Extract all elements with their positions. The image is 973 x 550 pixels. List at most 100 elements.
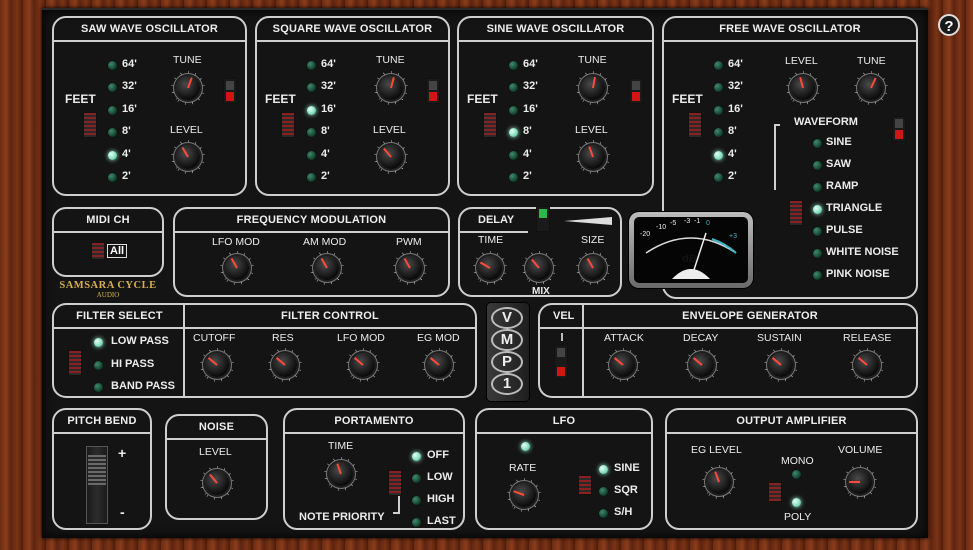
vu-tick-label: +3 <box>729 233 737 240</box>
tune-label: TUNE <box>578 54 607 66</box>
midi-channel-value[interactable]: All <box>107 244 128 258</box>
eg-level-knob[interactable] <box>702 465 736 499</box>
feet-option-led[interactable] <box>307 150 316 160</box>
feet-option-led[interactable] <box>307 61 316 70</box>
delay-size-knob[interactable] <box>576 251 610 285</box>
tune-knob[interactable] <box>374 71 408 105</box>
feet-switch[interactable] <box>483 112 497 138</box>
feet-switch[interactable] <box>688 112 702 138</box>
waveform-option-led[interactable] <box>813 249 822 258</box>
feet-option-led[interactable] <box>307 128 316 138</box>
delay-time-knob[interactable] <box>473 251 507 285</box>
pitch-bend-section: PITCH BEND + - <box>52 408 152 530</box>
lfo-wave-option-led[interactable] <box>599 509 608 518</box>
attack-knob[interactable] <box>606 348 640 382</box>
feet-option-led[interactable] <box>108 61 117 70</box>
delay-size-label: SIZE <box>581 234 605 246</box>
knob-body <box>791 76 815 100</box>
velocity-switch[interactable] <box>554 345 568 379</box>
feet-switch[interactable] <box>281 112 295 138</box>
feet-option-led[interactable] <box>714 61 723 70</box>
level-knob[interactable] <box>576 140 610 174</box>
knob-indicator <box>849 481 860 483</box>
waveform-option-led[interactable] <box>813 139 822 148</box>
mono-led[interactable] <box>792 470 801 479</box>
feet-option-led[interactable] <box>509 61 518 70</box>
cutoff-knob[interactable] <box>200 348 234 382</box>
velocity-section: VEL <box>538 303 582 398</box>
filter-lfo-mod-knob[interactable] <box>346 348 380 382</box>
help-button[interactable]: ? <box>938 14 960 36</box>
waveform-option-led[interactable] <box>813 205 822 214</box>
note-priority-option-led[interactable] <box>412 452 421 461</box>
res-knob[interactable] <box>268 348 302 382</box>
note-priority-option-led[interactable] <box>412 496 421 505</box>
feet-option-led[interactable] <box>108 128 117 138</box>
feet-option-led[interactable] <box>714 83 723 93</box>
feet-option-led[interactable] <box>108 83 117 93</box>
lfo-wave-switch[interactable] <box>578 475 592 495</box>
tune-range-switch[interactable] <box>892 116 906 142</box>
feet-option-led[interactable] <box>509 83 518 93</box>
note-priority-option-led[interactable] <box>412 518 421 527</box>
tune-range-switch[interactable] <box>629 78 643 104</box>
note-priority-switch[interactable] <box>388 470 402 496</box>
portamento-time-knob[interactable] <box>324 457 358 491</box>
noise-level-knob[interactable] <box>200 466 234 500</box>
volume-knob[interactable] <box>843 465 877 499</box>
feet-switch[interactable] <box>83 112 97 138</box>
pitch-bend-wheel[interactable] <box>86 446 108 524</box>
lfo-wave-option-led[interactable] <box>599 465 608 474</box>
feet-option-led[interactable] <box>714 128 723 138</box>
decay-knob[interactable] <box>685 348 719 382</box>
lfo-rate-knob[interactable] <box>507 478 541 512</box>
feet-option-led[interactable] <box>509 173 518 182</box>
level-knob[interactable] <box>171 140 205 174</box>
note-priority-option-led[interactable] <box>412 474 421 483</box>
release-knob[interactable] <box>850 348 884 382</box>
waveform-option-label: SAW <box>826 158 852 170</box>
pwm-knob[interactable] <box>393 251 427 285</box>
feet-option-led[interactable] <box>714 173 723 182</box>
feet-option-led[interactable] <box>307 173 316 182</box>
eg-mod-knob[interactable] <box>422 348 456 382</box>
tune-knob[interactable] <box>576 71 610 105</box>
tune-range-switch[interactable] <box>223 78 237 104</box>
feet-option-led[interactable] <box>714 105 723 115</box>
note-priority-option-label: OFF <box>427 449 449 461</box>
am-mod-knob[interactable] <box>310 251 344 285</box>
feet-option-led[interactable] <box>108 105 117 115</box>
waveform-option-led[interactable] <box>813 271 822 280</box>
mono-poly-switch[interactable] <box>768 482 782 502</box>
filter-type-switch[interactable] <box>68 350 82 376</box>
delay-on-switch[interactable] <box>536 206 550 232</box>
delay-mix-knob[interactable] <box>522 251 556 285</box>
feet-option-led[interactable] <box>509 105 518 115</box>
level-knob[interactable] <box>786 71 820 105</box>
level-knob[interactable] <box>374 140 408 174</box>
waveform-option-led[interactable] <box>813 227 822 236</box>
waveform-switch[interactable] <box>789 200 803 226</box>
waveform-option-led[interactable] <box>813 183 822 192</box>
filter-option-led[interactable] <box>94 383 103 392</box>
waveform-option-led[interactable] <box>813 161 822 170</box>
feet-option-led[interactable] <box>307 105 316 115</box>
synth-panel: SAW WAVE OSCILLATOR FEET TUNE LEVEL 64' 3… <box>42 8 928 538</box>
lfo-mod-knob[interactable] <box>220 251 254 285</box>
feet-option-led[interactable] <box>108 150 117 160</box>
filter-option-led[interactable] <box>94 338 103 347</box>
tune-knob[interactable] <box>854 71 888 105</box>
lfo-wave-option-led[interactable] <box>599 487 608 496</box>
poly-led[interactable] <box>792 498 801 507</box>
feet-option-led[interactable] <box>509 128 518 138</box>
feet-option-led[interactable] <box>714 150 723 160</box>
feet-option-led[interactable] <box>108 173 117 182</box>
feet-option-led[interactable] <box>307 83 316 93</box>
poly-label: POLY <box>784 511 812 523</box>
feet-option-led[interactable] <box>509 150 518 160</box>
sustain-knob[interactable] <box>764 348 798 382</box>
midi-channel-switch[interactable] <box>91 242 105 260</box>
tune-knob[interactable] <box>171 71 205 105</box>
tune-range-switch[interactable] <box>426 78 440 104</box>
filter-option-led[interactable] <box>94 360 103 370</box>
